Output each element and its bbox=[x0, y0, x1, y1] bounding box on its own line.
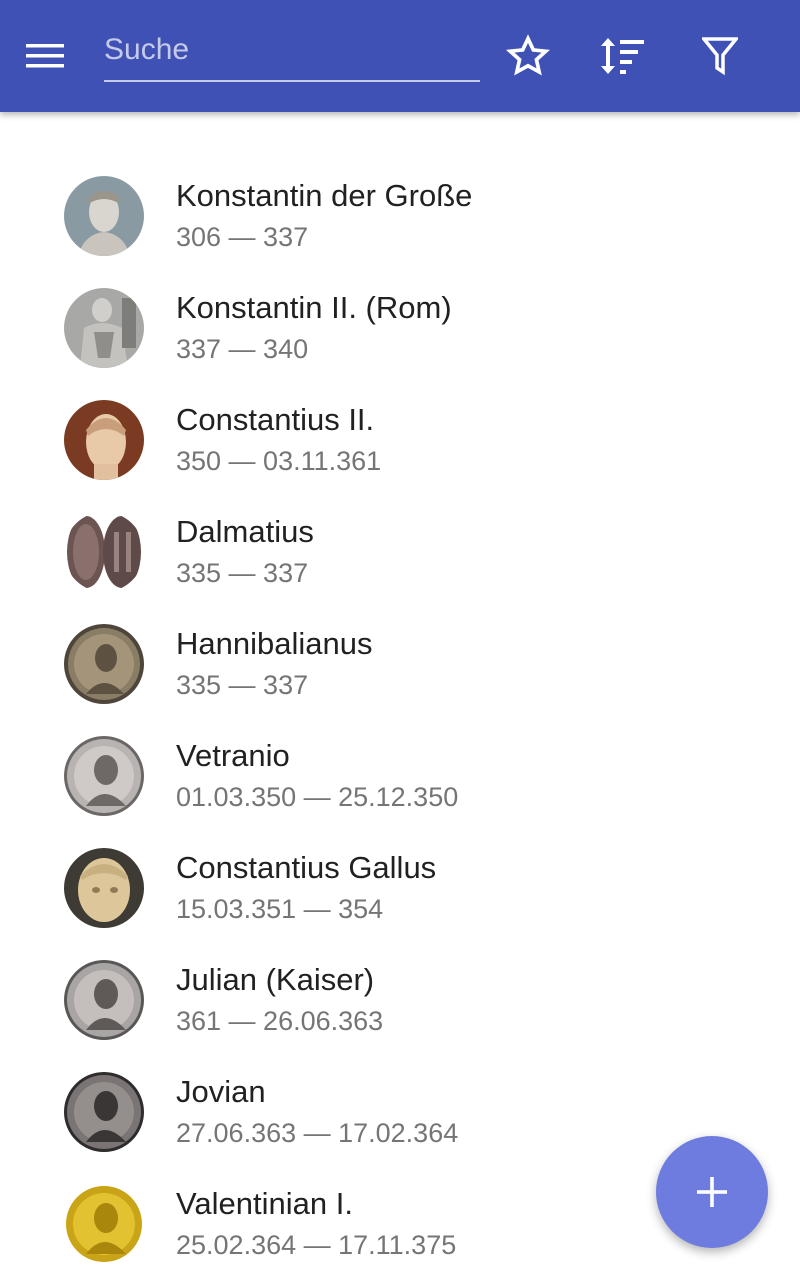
reign-period: 335 — 337 bbox=[176, 670, 309, 700]
list-item[interactable]: Dalmatius 335 — 337 bbox=[0, 496, 800, 608]
reign-period: 15.03.351 — 354 bbox=[176, 894, 384, 924]
menu-icon bbox=[26, 44, 64, 68]
emperor-name: Constantius Gallus bbox=[176, 850, 437, 885]
list-item[interactable]: Konstantin II. (Rom) 337 — 340 bbox=[0, 272, 800, 384]
bronze-coin-image bbox=[64, 624, 144, 704]
portrait-avatar bbox=[64, 1072, 144, 1152]
list-item[interactable]: Constantius II. 350 — 03.11.361 bbox=[0, 384, 800, 496]
list-item[interactable]: Julian (Kaiser) 361 — 26.06.363 bbox=[0, 944, 800, 1056]
portrait-avatar bbox=[64, 1184, 144, 1264]
emperor-name: Konstantin II. (Rom) bbox=[176, 290, 452, 325]
list-item[interactable]: Constantius Gallus 15.03.351 — 354 bbox=[0, 832, 800, 944]
list-item[interactable]: Hannibalianus 335 — 337 bbox=[0, 608, 800, 720]
marble-head-image bbox=[64, 400, 144, 480]
filter-icon bbox=[702, 37, 738, 76]
reign-period: 27.06.363 — 17.02.364 bbox=[176, 1118, 459, 1148]
list-item[interactable]: Vetranio 01.03.350 — 25.12.350 bbox=[0, 720, 800, 832]
reign-period: 25.02.364 — 17.11.375 bbox=[176, 1230, 457, 1260]
portrait-avatar bbox=[64, 176, 144, 256]
emperor-name: Hannibalianus bbox=[176, 626, 373, 661]
portrait-avatar bbox=[64, 624, 144, 704]
bronze-coin-pair-image bbox=[64, 512, 144, 592]
emperor-name: Julian (Kaiser) bbox=[176, 962, 375, 997]
reign-period: 01.03.350 — 25.12.350 bbox=[176, 782, 459, 812]
marble-head-image bbox=[64, 848, 144, 928]
portrait-avatar bbox=[64, 288, 144, 368]
emperor-name: Jovian bbox=[176, 1074, 266, 1109]
menu-button[interactable] bbox=[26, 32, 86, 80]
search-field bbox=[104, 22, 480, 82]
sort-icon bbox=[601, 38, 644, 74]
reign-period: 337 — 340 bbox=[176, 334, 309, 364]
emperor-name: Dalmatius bbox=[176, 514, 314, 549]
reign-period: 361 — 26.06.363 bbox=[176, 1006, 384, 1036]
favorites-button[interactable] bbox=[500, 28, 556, 84]
portrait-avatar bbox=[64, 512, 144, 592]
marble-bust-image bbox=[64, 176, 144, 256]
reign-period: 306 — 337 bbox=[176, 222, 309, 252]
portrait-avatar bbox=[64, 848, 144, 928]
add-button[interactable] bbox=[656, 1136, 768, 1248]
filter-button[interactable] bbox=[692, 28, 748, 84]
star-outline-icon bbox=[506, 34, 550, 76]
app-bar bbox=[0, 0, 800, 112]
reign-period: 350 — 03.11.361 bbox=[176, 446, 382, 476]
emperor-name: Valentinian I. bbox=[176, 1186, 353, 1221]
list-item[interactable]: Konstantin der Große 306 — 337 bbox=[0, 160, 800, 272]
emperor-name: Vetranio bbox=[176, 738, 290, 773]
emperor-name: Konstantin der Große bbox=[176, 178, 473, 213]
silver-coin-image bbox=[64, 960, 144, 1040]
emperor-list: Konstantin der Große 306 — 337 Konstanti… bbox=[0, 160, 800, 1280]
dark-coin-image bbox=[64, 1072, 144, 1152]
gold-coin-image bbox=[64, 1184, 144, 1264]
emperor-name: Constantius II. bbox=[176, 402, 375, 437]
search-input[interactable] bbox=[104, 22, 480, 78]
reign-period: 335 — 337 bbox=[176, 558, 309, 588]
portrait-avatar bbox=[64, 400, 144, 480]
portrait-avatar bbox=[64, 960, 144, 1040]
sort-button[interactable] bbox=[595, 28, 651, 84]
portrait-avatar bbox=[64, 736, 144, 816]
silver-coin-image bbox=[64, 736, 144, 816]
plus-icon bbox=[697, 1177, 727, 1207]
marble-statue-image bbox=[64, 288, 144, 368]
